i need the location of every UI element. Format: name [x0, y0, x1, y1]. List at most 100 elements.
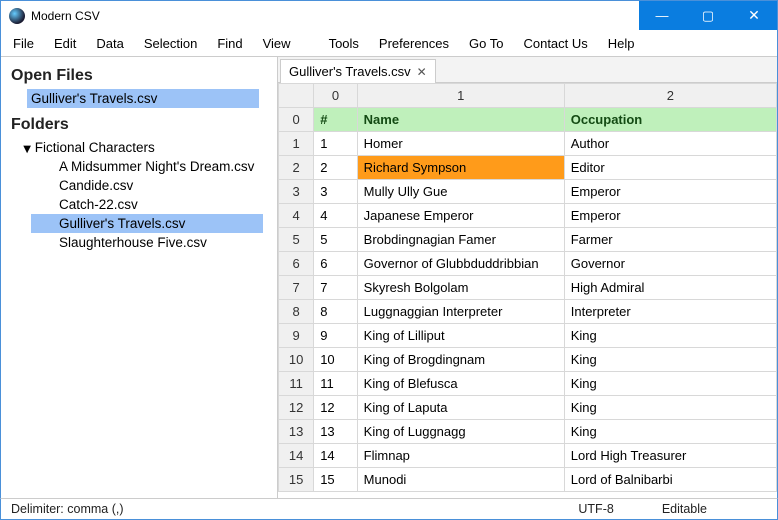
cell[interactable]: Name — [357, 108, 564, 132]
table-row[interactable]: 55Brobdingnagian FamerFarmer — [279, 228, 777, 252]
cell[interactable]: King of Blefusca — [357, 372, 564, 396]
table-row[interactable]: 1212King of LaputaKing — [279, 396, 777, 420]
row-header[interactable]: 4 — [279, 204, 314, 228]
cell[interactable]: 14 — [314, 444, 357, 468]
row-header[interactable]: 2 — [279, 156, 314, 180]
menu-contact-us[interactable]: Contact Us — [513, 33, 597, 54]
row-header[interactable]: 8 — [279, 300, 314, 324]
minimize-button[interactable]: — — [639, 1, 685, 30]
menu-find[interactable]: Find — [207, 33, 252, 54]
cell[interactable]: 12 — [314, 396, 357, 420]
menu-data[interactable]: Data — [86, 33, 133, 54]
cell[interactable]: King — [564, 372, 776, 396]
tab-close-icon[interactable]: ✕ — [417, 65, 427, 79]
sheet[interactable]: 012 0#NameOccupation11HomerAuthor22Richa… — [278, 83, 777, 498]
cell[interactable]: Lord of Balnibarbi — [564, 468, 776, 492]
data-grid[interactable]: 012 0#NameOccupation11HomerAuthor22Richa… — [278, 83, 777, 492]
cell[interactable]: King of Luggnagg — [357, 420, 564, 444]
menu-tools[interactable]: Tools — [319, 33, 369, 54]
menu-help[interactable]: Help — [598, 33, 645, 54]
cell[interactable]: Japanese Emperor — [357, 204, 564, 228]
sidebar-file[interactable]: Catch-22.csv — [31, 195, 263, 214]
table-row[interactable]: 99King of LilliputKing — [279, 324, 777, 348]
cell[interactable]: 1 — [314, 132, 357, 156]
column-header[interactable]: 0 — [314, 84, 357, 108]
cell[interactable]: 2 — [314, 156, 357, 180]
row-header[interactable]: 3 — [279, 180, 314, 204]
cell[interactable]: 5 — [314, 228, 357, 252]
menu-edit[interactable]: Edit — [44, 33, 86, 54]
menu-go-to[interactable]: Go To — [459, 33, 513, 54]
open-file[interactable]: Gulliver's Travels.csv — [27, 89, 259, 108]
cell[interactable]: Editor — [564, 156, 776, 180]
table-row[interactable]: 11HomerAuthor — [279, 132, 777, 156]
table-row[interactable]: 66Governor of GlubbduddribbianGovernor — [279, 252, 777, 276]
row-header[interactable]: 7 — [279, 276, 314, 300]
row-header[interactable]: 0 — [279, 108, 314, 132]
row-header[interactable]: 9 — [279, 324, 314, 348]
menu-preferences[interactable]: Preferences — [369, 33, 459, 54]
cell[interactable]: 15 — [314, 468, 357, 492]
cell[interactable]: King — [564, 348, 776, 372]
cell[interactable]: Richard Sympson — [357, 156, 564, 180]
cell[interactable]: Author — [564, 132, 776, 156]
row-header[interactable]: 6 — [279, 252, 314, 276]
header-row[interactable]: 0#NameOccupation — [279, 108, 777, 132]
cell[interactable]: Brobdingnagian Famer — [357, 228, 564, 252]
cell[interactable]: Occupation — [564, 108, 776, 132]
table-row[interactable]: 88Luggnaggian InterpreterInterpreter — [279, 300, 777, 324]
column-header[interactable]: 2 — [564, 84, 776, 108]
cell[interactable]: Governor of Glubbduddribbian — [357, 252, 564, 276]
cell[interactable]: Governor — [564, 252, 776, 276]
table-row[interactable]: 1515MunodiLord of Balnibarbi — [279, 468, 777, 492]
cell[interactable]: 4 — [314, 204, 357, 228]
cell[interactable]: 7 — [314, 276, 357, 300]
table-row[interactable]: 77Skyresh BolgolamHigh Admiral — [279, 276, 777, 300]
row-header[interactable]: 5 — [279, 228, 314, 252]
cell[interactable]: 8 — [314, 300, 357, 324]
table-row[interactable]: 1111King of BlefuscaKing — [279, 372, 777, 396]
table-row[interactable]: 33Mully Ully GueEmperor — [279, 180, 777, 204]
row-header[interactable]: 10 — [279, 348, 314, 372]
row-header[interactable]: 11 — [279, 372, 314, 396]
close-button[interactable]: ✕ — [731, 1, 777, 30]
cell[interactable]: King of Brogdingnam — [357, 348, 564, 372]
row-header[interactable]: 15 — [279, 468, 314, 492]
cell[interactable]: Mully Ully Gue — [357, 180, 564, 204]
sidebar-file[interactable]: Slaughterhouse Five.csv — [31, 233, 263, 252]
row-header[interactable]: 13 — [279, 420, 314, 444]
cell[interactable]: 10 — [314, 348, 357, 372]
cell[interactable]: Farmer — [564, 228, 776, 252]
cell[interactable]: Homer — [357, 132, 564, 156]
cell[interactable]: Munodi — [357, 468, 564, 492]
maximize-button[interactable]: ▢ — [685, 1, 731, 30]
tab-gullivers[interactable]: Gulliver's Travels.csv ✕ — [280, 59, 436, 83]
cell[interactable]: 3 — [314, 180, 357, 204]
table-row[interactable]: 1010King of BrogdingnamKing — [279, 348, 777, 372]
sidebar-file[interactable]: Gulliver's Travels.csv — [31, 214, 263, 233]
cell[interactable]: High Admiral — [564, 276, 776, 300]
cell[interactable]: King of Laputa — [357, 396, 564, 420]
cell[interactable]: Interpreter — [564, 300, 776, 324]
column-header[interactable]: 1 — [357, 84, 564, 108]
cell[interactable]: 11 — [314, 372, 357, 396]
cell[interactable]: King of Lilliput — [357, 324, 564, 348]
cell[interactable]: 13 — [314, 420, 357, 444]
cell[interactable]: Emperor — [564, 204, 776, 228]
table-row[interactable]: 44Japanese EmperorEmperor — [279, 204, 777, 228]
cell[interactable]: 9 — [314, 324, 357, 348]
row-header[interactable]: 14 — [279, 444, 314, 468]
sidebar-file[interactable]: A Midsummer Night's Dream.csv — [31, 157, 263, 176]
row-header[interactable]: 12 — [279, 396, 314, 420]
corner-cell[interactable] — [279, 84, 314, 108]
row-header[interactable]: 1 — [279, 132, 314, 156]
menu-file[interactable]: File — [3, 33, 44, 54]
sidebar-file[interactable]: Candide.csv — [31, 176, 263, 195]
cell[interactable]: Flimnap — [357, 444, 564, 468]
cell[interactable]: Emperor — [564, 180, 776, 204]
cell[interactable]: # — [314, 108, 357, 132]
table-row[interactable]: 1414FlimnapLord High Treasurer — [279, 444, 777, 468]
cell[interactable]: King — [564, 324, 776, 348]
cell[interactable]: King — [564, 396, 776, 420]
cell[interactable]: 6 — [314, 252, 357, 276]
